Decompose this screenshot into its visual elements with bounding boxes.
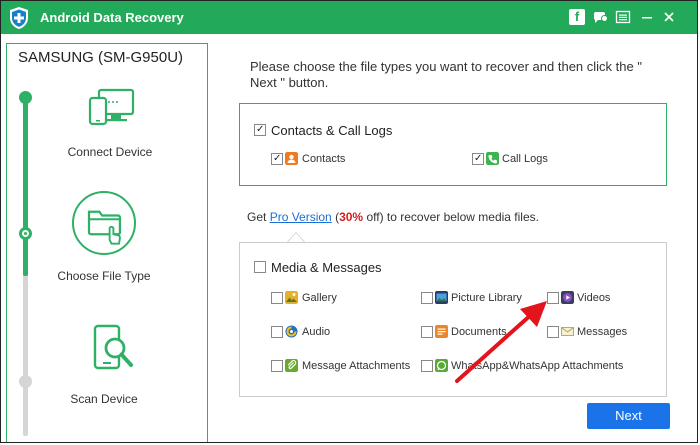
step-dot-connect [19,91,32,104]
whatsapp-checkbox[interactable] [421,360,433,372]
media-group-label: Media & Messages [271,260,382,275]
contacts-group-checkbox[interactable] [254,124,266,136]
minimize-icon[interactable] [639,9,655,25]
promo-prefix: Get [247,210,270,224]
device-name: SAMSUNG (SM-G950U) [18,49,184,66]
whatsapp-icon [435,359,448,372]
gallery-label: Gallery [302,292,337,304]
promo-discount: 30% [339,210,364,224]
picture-library-checkbox[interactable] [421,292,433,304]
close-icon[interactable] [661,9,677,25]
messages-icon [561,327,574,336]
next-button[interactable]: Next [587,403,670,429]
folder-touch-icon [87,210,122,245]
folder-touch-icon-ring [72,191,136,255]
call-logs-icon [486,152,499,165]
pro-version-link[interactable]: Pro Version [270,210,332,224]
facebook-icon[interactable]: f [569,9,585,25]
pro-version-promo: Get Pro Version (30% off) to recover bel… [247,210,539,224]
step-dot-choose [19,227,32,240]
step-label-scan: Scan Device [70,392,138,406]
call-logs-checkbox[interactable] [472,153,484,165]
contacts-label: Contacts [302,153,346,165]
messages-label: Messages [577,326,628,338]
step-label-connect: Connect Device [67,145,153,159]
scan-phone-icon [93,324,133,370]
app-window: Android Data Recovery f SAMSUNG (SM-G950… [0,0,698,443]
menu-icon[interactable] [615,9,631,25]
title-bar: Android Data Recovery f [1,1,697,34]
gallery-checkbox[interactable] [271,292,283,304]
audio-label: Audio [302,326,331,338]
videos-label: Videos [577,292,611,304]
step-dot-scan [19,375,32,388]
picture-library-icon [435,291,448,304]
audio-icon [285,325,298,338]
gallery-icon [285,291,298,304]
message-attachments-label: Message Attachments [302,360,411,372]
chat-icon[interactable] [592,9,608,25]
steps-sidebar: SAMSUNG (SM-G950U) Connect Device Choose… [6,43,208,442]
contacts-icon [285,152,298,165]
videos-icon [561,291,574,304]
promo-pointer [287,232,305,242]
message-attachments-checkbox[interactable] [271,360,283,372]
media-group-checkbox[interactable] [254,261,266,273]
call-logs-label: Call Logs [502,153,548,165]
contacts-group-box: Contacts & Call Logs Contacts Call Logs [239,103,667,186]
app-title: Android Data Recovery [40,10,184,25]
contacts-checkbox[interactable] [271,153,283,165]
instruction-text: Please choose the file types you want to… [250,59,642,90]
promo-open: ( [331,210,340,224]
progress-track-fill [23,96,28,276]
annotation-arrow-icon [455,301,547,383]
promo-suffix: off) to recover below media files. [363,210,539,224]
audio-checkbox[interactable] [271,326,283,338]
documents-checkbox[interactable] [421,326,433,338]
contacts-group-label: Contacts & Call Logs [271,123,393,138]
message-attachments-icon [285,359,298,372]
step-label-choose: Choose File Type [57,269,151,283]
app-logo-icon [10,7,28,29]
connect-device-icon [88,88,135,126]
documents-icon [435,325,448,338]
